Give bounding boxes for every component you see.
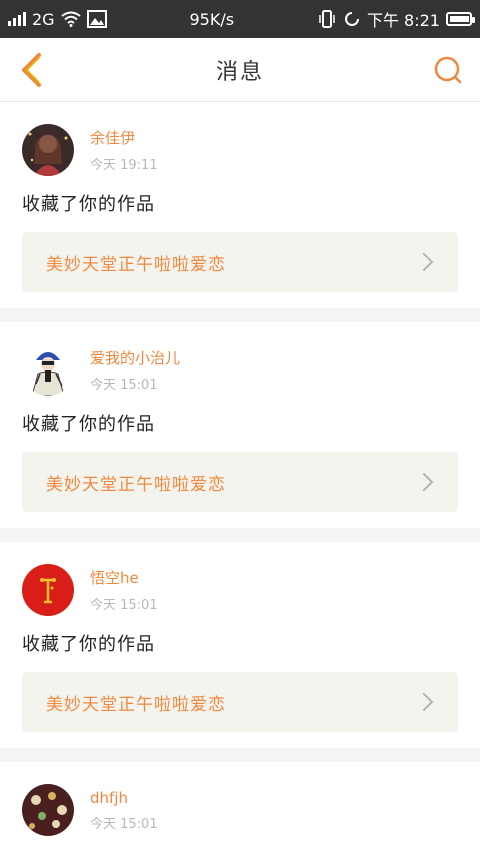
work-title: 美妙天堂正午啦啦爱恋	[46, 694, 226, 715]
user-row: dhfjh 今天 15:01	[22, 784, 458, 836]
work-link[interactable]: 美妙天堂正午啦啦爱恋	[22, 672, 458, 732]
work-title: 美妙天堂正午啦啦爱恋	[46, 474, 226, 495]
user-row: 余佳伊 今天 19:11	[22, 124, 458, 176]
timestamp: 今天 15:01	[90, 816, 158, 832]
chevron-right-icon	[423, 473, 434, 491]
search-button[interactable]	[430, 52, 466, 88]
network-type: 2G	[32, 9, 55, 29]
timestamp: 今天 19:11	[90, 158, 158, 173]
back-button[interactable]	[14, 52, 50, 88]
avatar[interactable]	[22, 344, 74, 396]
chevron-right-icon	[423, 253, 434, 271]
status-right: 下午 8:21	[317, 7, 475, 31]
clock: 下午 8:21	[366, 11, 440, 30]
chevron-left-icon	[22, 52, 41, 87]
username[interactable]: 爱我的小治儿	[90, 347, 180, 368]
username[interactable]: 悟空he	[90, 567, 158, 588]
message-item: 余佳伊 今天 19:11 收藏了你的作品 美妙天堂正午啦啦爱恋	[0, 102, 480, 322]
search-icon	[434, 56, 462, 83]
work-title: 美妙天堂正午啦啦爱恋	[46, 254, 226, 275]
message-item: dhfjh 今天 15:01	[0, 762, 480, 852]
page-title: 消息	[215, 59, 264, 85]
network-speed: 95K/s	[189, 9, 235, 29]
chevron-right-icon	[423, 693, 434, 711]
work-link[interactable]: 美妙天堂正午啦啦爱恋	[22, 232, 458, 292]
user-info: 余佳伊 今天 19:11	[90, 127, 158, 173]
message-list: 余佳伊 今天 19:11 收藏了你的作品 美妙天堂正午啦啦爱恋 爱我的小治儿 今…	[0, 102, 480, 852]
avatar[interactable]	[22, 784, 74, 836]
vibrate-icon	[317, 10, 337, 28]
status-bar: 2G 95K/s 下午 8:21	[0, 0, 480, 38]
timestamp: 今天 15:01	[90, 598, 158, 613]
message-item: 爱我的小治儿 今天 15:01 收藏了你的作品 美妙天堂正午啦啦爱恋	[0, 322, 480, 542]
status-left: 2G	[8, 10, 107, 29]
user-info: 悟空he 今天 15:01	[90, 567, 158, 613]
user-row: 悟空he 今天 15:01	[22, 564, 458, 616]
avatar[interactable]	[22, 564, 74, 616]
action-text: 收藏了你的作品	[22, 194, 155, 215]
username[interactable]: 余佳伊	[90, 127, 158, 148]
signal-icon	[8, 12, 26, 26]
username[interactable]: dhfjh	[90, 789, 158, 807]
app-header: 消息	[0, 38, 480, 102]
battery-icon	[446, 12, 475, 26]
avatar[interactable]	[22, 124, 74, 176]
user-row: 爱我的小治儿 今天 15:01	[22, 344, 458, 396]
alarm-icon	[343, 10, 361, 28]
timestamp: 今天 15:01	[90, 378, 158, 393]
message-item: 悟空he 今天 15:01 收藏了你的作品 美妙天堂正午啦啦爱恋	[0, 542, 480, 762]
action-text: 收藏了你的作品	[22, 414, 155, 435]
user-info: dhfjh 今天 15:01	[90, 789, 158, 832]
work-link[interactable]: 美妙天堂正午啦啦爱恋	[22, 452, 458, 512]
wifi-icon	[60, 11, 81, 27]
image-notification-icon	[86, 10, 107, 28]
action-text: 收藏了你的作品	[22, 634, 155, 655]
user-info: 爱我的小治儿 今天 15:01	[90, 347, 180, 393]
